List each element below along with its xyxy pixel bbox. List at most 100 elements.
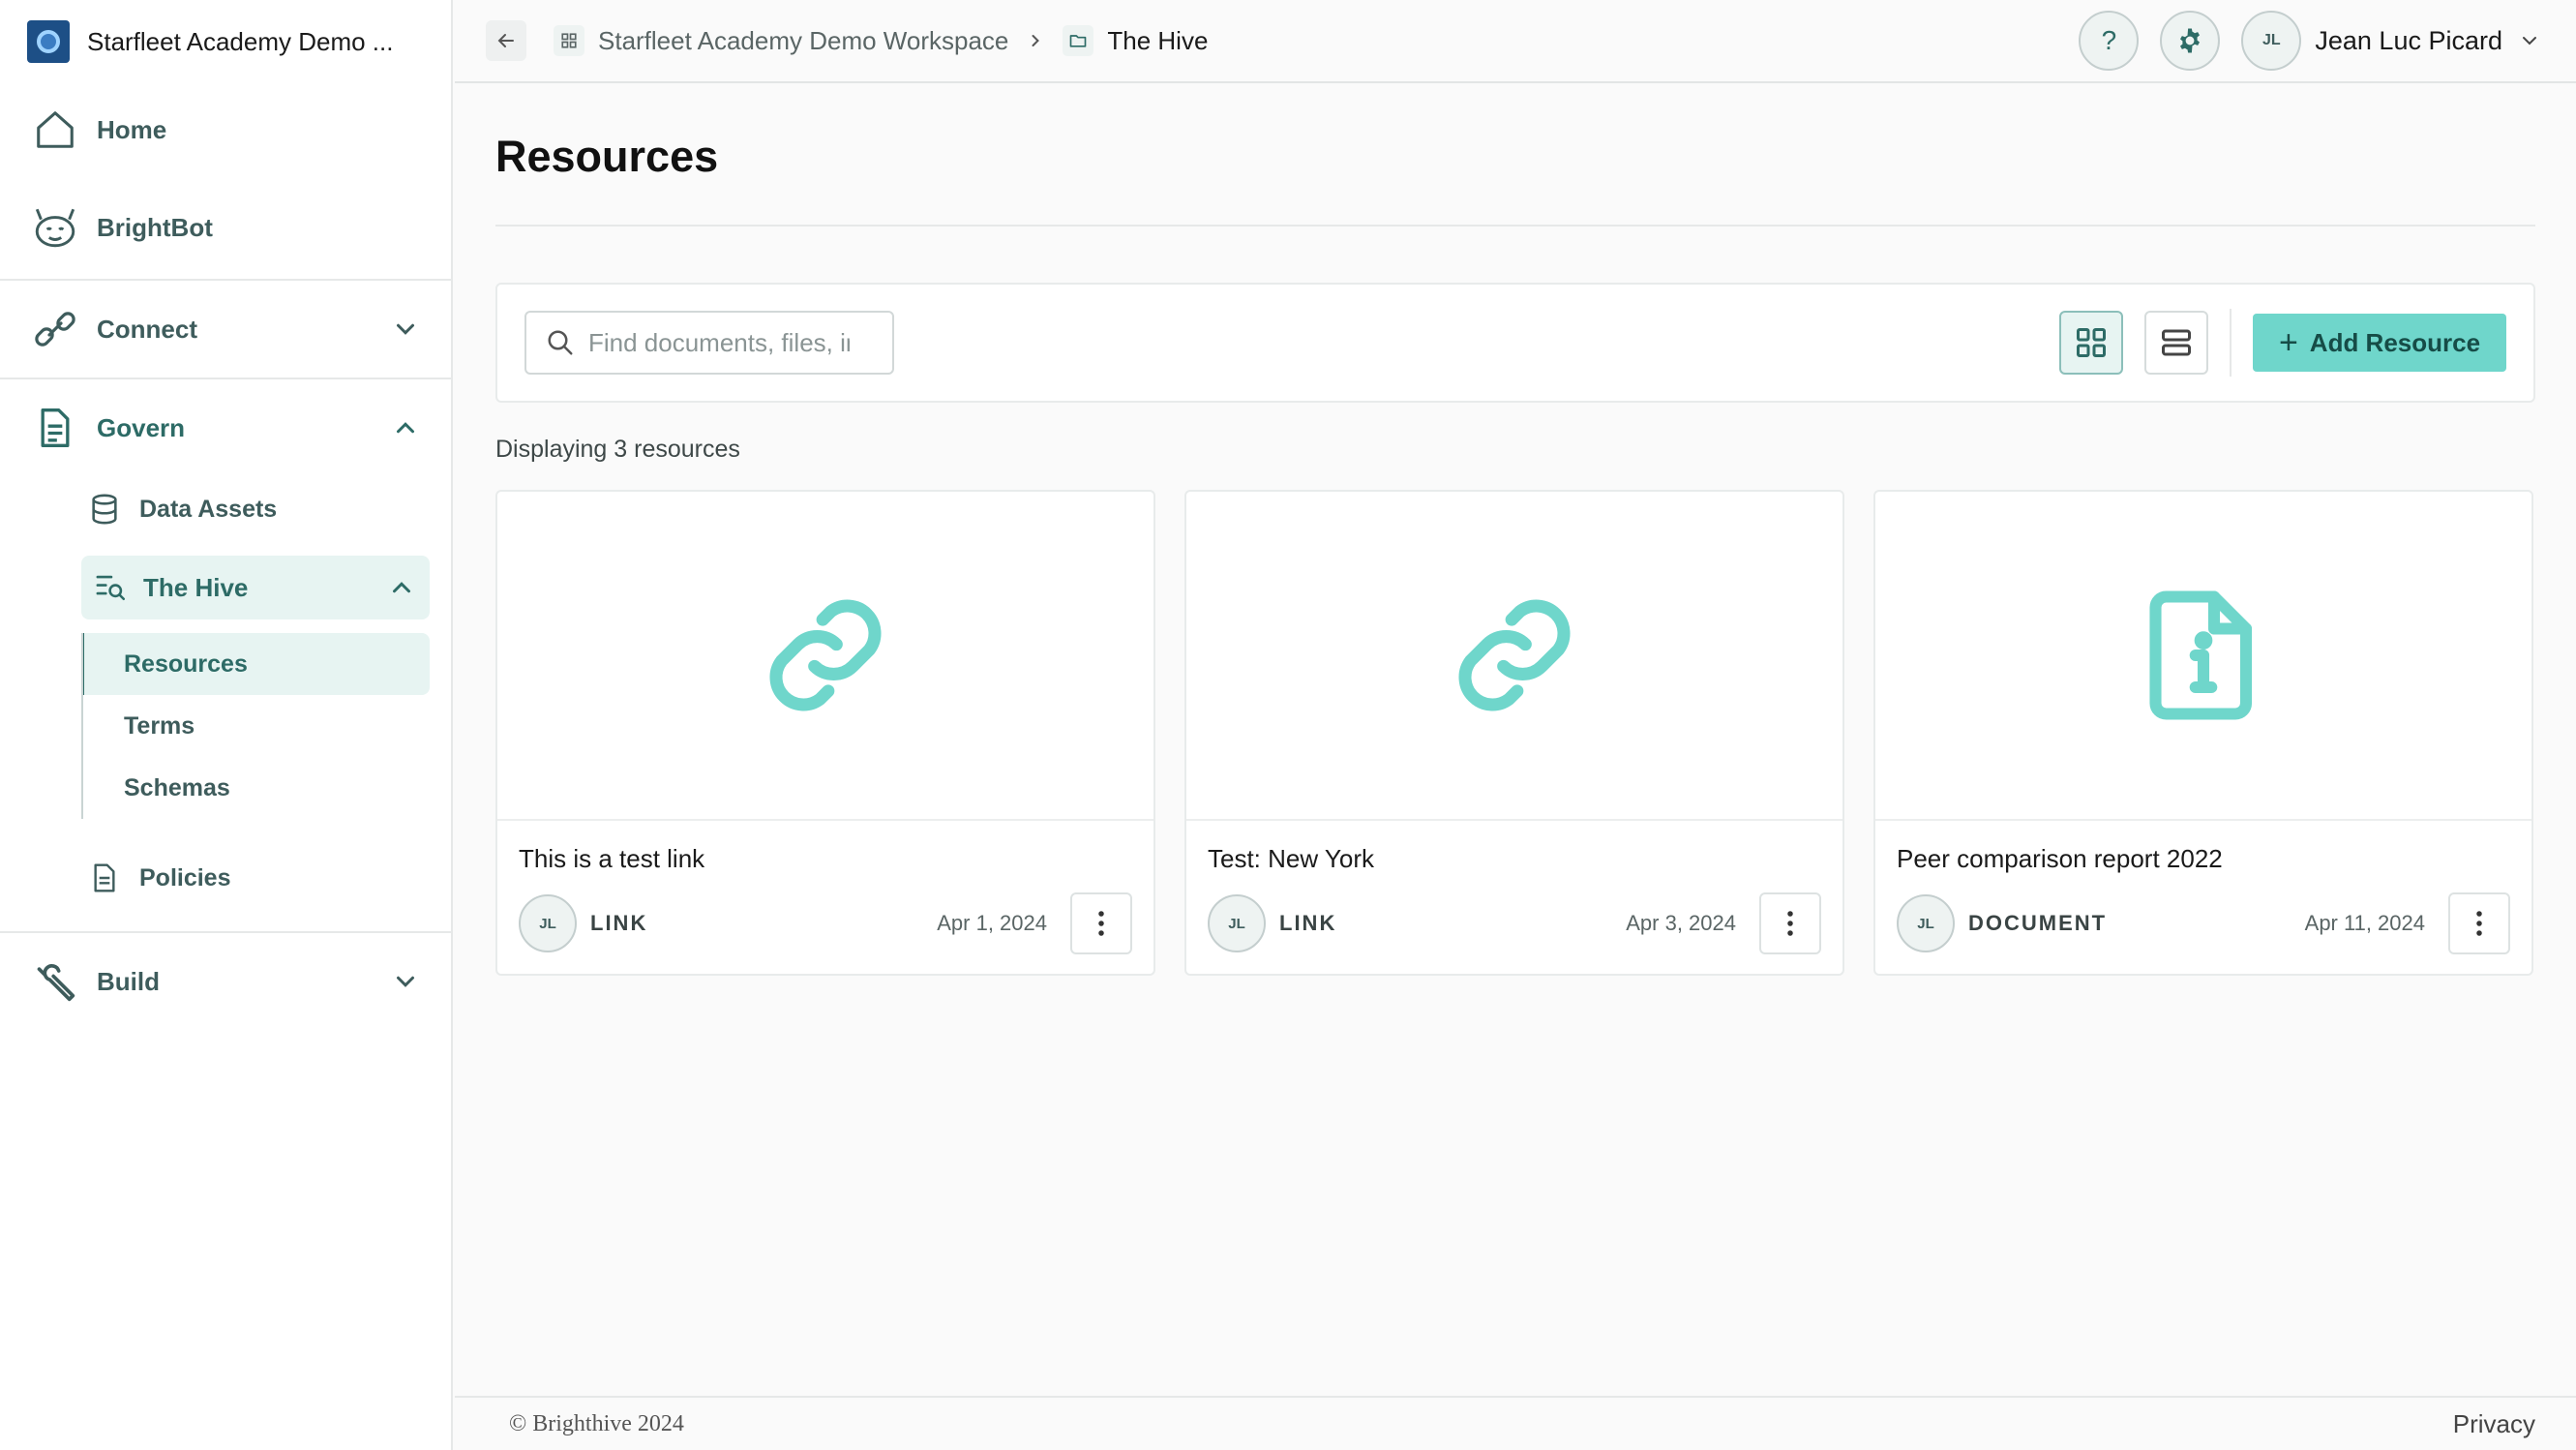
page-title: Resources — [495, 132, 719, 181]
resource-date: Apr 1, 2024 — [937, 911, 1047, 935]
sidebar-item-brightbot[interactable]: BrightBot — [0, 176, 451, 279]
question-icon: ? — [2101, 25, 2117, 55]
wrench-icon — [31, 957, 79, 1006]
avatar[interactable]: JL — [2241, 11, 2302, 71]
resource-card[interactable]: Test: New York JL LINK Apr 3, 2024 — [1184, 490, 1844, 976]
more-options-button[interactable] — [1759, 892, 1821, 954]
sidebar-item-label: Connect — [97, 314, 197, 344]
chevron-down-icon — [397, 976, 414, 987]
breadcrumb-current[interactable]: The Hive — [1063, 25, 1208, 56]
add-resource-button[interactable]: + Add Resource — [2253, 314, 2506, 372]
policy-document-icon — [87, 861, 122, 895]
chevron-up-icon — [393, 582, 410, 593]
robot-icon — [31, 203, 79, 252]
sidebar-item-data-assets[interactable]: Data Assets — [0, 470, 451, 548]
sidebar-item-label: Govern — [97, 412, 186, 442]
list-view-button[interactable] — [2144, 311, 2208, 375]
list-view-icon — [2162, 329, 2191, 356]
resource-card[interactable]: This is a test link JL LINK Apr 1, 2024 — [495, 490, 1155, 976]
resource-toolbar: + Add Resource — [495, 283, 2535, 403]
home-icon — [31, 106, 79, 154]
resource-type: LINK — [1279, 911, 1337, 935]
list-search-icon — [95, 570, 130, 605]
card-thumbnail — [497, 492, 1153, 821]
resource-date: Apr 11, 2024 — [2304, 911, 2425, 935]
grid-view-button[interactable] — [2059, 311, 2123, 375]
more-vertical-icon — [2476, 911, 2482, 936]
sidebar-item-the-hive[interactable]: The Hive — [81, 556, 430, 619]
arrow-left-icon — [497, 34, 514, 47]
sidebar-item-terms[interactable]: Terms — [81, 695, 430, 757]
resource-title: Peer comparison report 2022 — [1897, 844, 2223, 873]
toolbar-divider — [2230, 309, 2232, 377]
user-name[interactable]: Jean Luc Picard — [2315, 26, 2502, 56]
resource-card[interactable]: Peer comparison report 2022 JL DOCUMENT … — [1873, 490, 2533, 976]
header-actions: ? JL Jean Luc Picard — [2057, 11, 2541, 71]
sidebar-item-build[interactable]: Build — [0, 933, 451, 1030]
more-vertical-icon — [1787, 911, 1793, 936]
breadcrumb-workspace[interactable]: Starfleet Academy Demo Workspace — [554, 25, 1008, 56]
sidebar-item-label: Build — [97, 966, 160, 996]
resource-title: This is a test link — [519, 844, 705, 873]
sidebar-item-govern[interactable]: Govern — [0, 379, 451, 476]
copyright-text: © Brighthive 2024 — [509, 1410, 684, 1436]
more-options-button[interactable] — [2448, 892, 2510, 954]
help-button[interactable]: ? — [2079, 11, 2140, 71]
resource-grid: This is a test link JL LINK Apr 1, 2024 — [495, 490, 2535, 976]
document-icon — [31, 404, 79, 452]
folder-icon — [1063, 25, 1094, 56]
search-icon — [548, 330, 573, 355]
breadcrumb-label: Starfleet Academy Demo Workspace — [598, 25, 1009, 55]
document-info-icon — [2149, 590, 2253, 720]
privacy-link[interactable]: Privacy — [2453, 1409, 2535, 1439]
link-icon — [1458, 599, 1571, 711]
main-content: Resources + Add Resource Displaying 3 re… — [495, 83, 2535, 976]
card-thumbnail — [1875, 492, 2531, 821]
workspace-logo — [27, 20, 70, 63]
resource-title: Test: New York — [1208, 844, 1374, 873]
more-vertical-icon — [1098, 911, 1104, 936]
chevron-down-icon — [397, 323, 414, 335]
more-options-button[interactable] — [1070, 892, 1132, 954]
sidebar-item-label: Policies — [139, 863, 231, 891]
sidebar-item-resources[interactable]: Resources — [81, 633, 430, 695]
plus-icon: + — [2278, 323, 2298, 361]
workspace-name: Starfleet Academy Demo ... — [87, 26, 394, 56]
avatar: JL — [1897, 894, 1955, 952]
search-input[interactable] — [588, 327, 850, 358]
title-divider — [495, 225, 2535, 227]
chevron-down-icon[interactable] — [2518, 29, 2541, 52]
search-box[interactable] — [524, 311, 894, 375]
gear-icon — [2180, 28, 2201, 53]
resource-type: LINK — [590, 911, 648, 935]
add-resource-label: Add Resource — [2309, 327, 2481, 357]
sidebar-item-label: BrightBot — [97, 212, 213, 242]
settings-button[interactable] — [2160, 11, 2221, 71]
workspace-switcher[interactable]: Starfleet Academy Demo ... — [0, 0, 451, 83]
avatar: JL — [519, 894, 577, 952]
resource-count: Displaying 3 resources — [495, 436, 740, 463]
sidebar-item-home[interactable]: Home — [0, 83, 451, 176]
hive-subnav: Resources Terms Schemas — [81, 633, 451, 819]
sidebar-item-connect[interactable]: Connect — [0, 281, 451, 378]
link-icon — [769, 599, 882, 711]
breadcrumb-label: The Hive — [1107, 25, 1209, 55]
grid-view-icon — [2077, 328, 2106, 357]
top-bar: Starfleet Academy Demo Workspace The Hiv… — [455, 0, 2576, 83]
database-icon — [87, 492, 122, 527]
toolbar-actions: + Add Resource — [2038, 309, 2506, 377]
grid-icon — [554, 25, 584, 56]
sidebar-item-label: The Hive — [143, 572, 249, 602]
sidebar: Starfleet Academy Demo ... Home BrightBo… — [0, 0, 453, 1450]
chevron-right-icon — [1032, 35, 1040, 46]
sidebar-item-schemas[interactable]: Schemas — [81, 757, 430, 819]
chevron-up-icon — [397, 422, 414, 434]
back-button[interactable] — [486, 20, 526, 61]
sidebar-item-label: Home — [97, 114, 167, 144]
resource-type: DOCUMENT — [1968, 911, 2108, 935]
tree-line — [81, 633, 83, 819]
sidebar-item-label: Data Assets — [139, 495, 278, 523]
card-thumbnail — [1186, 492, 1842, 821]
resource-date: Apr 3, 2024 — [1626, 911, 1736, 935]
sidebar-item-policies[interactable]: Policies — [0, 836, 451, 920]
